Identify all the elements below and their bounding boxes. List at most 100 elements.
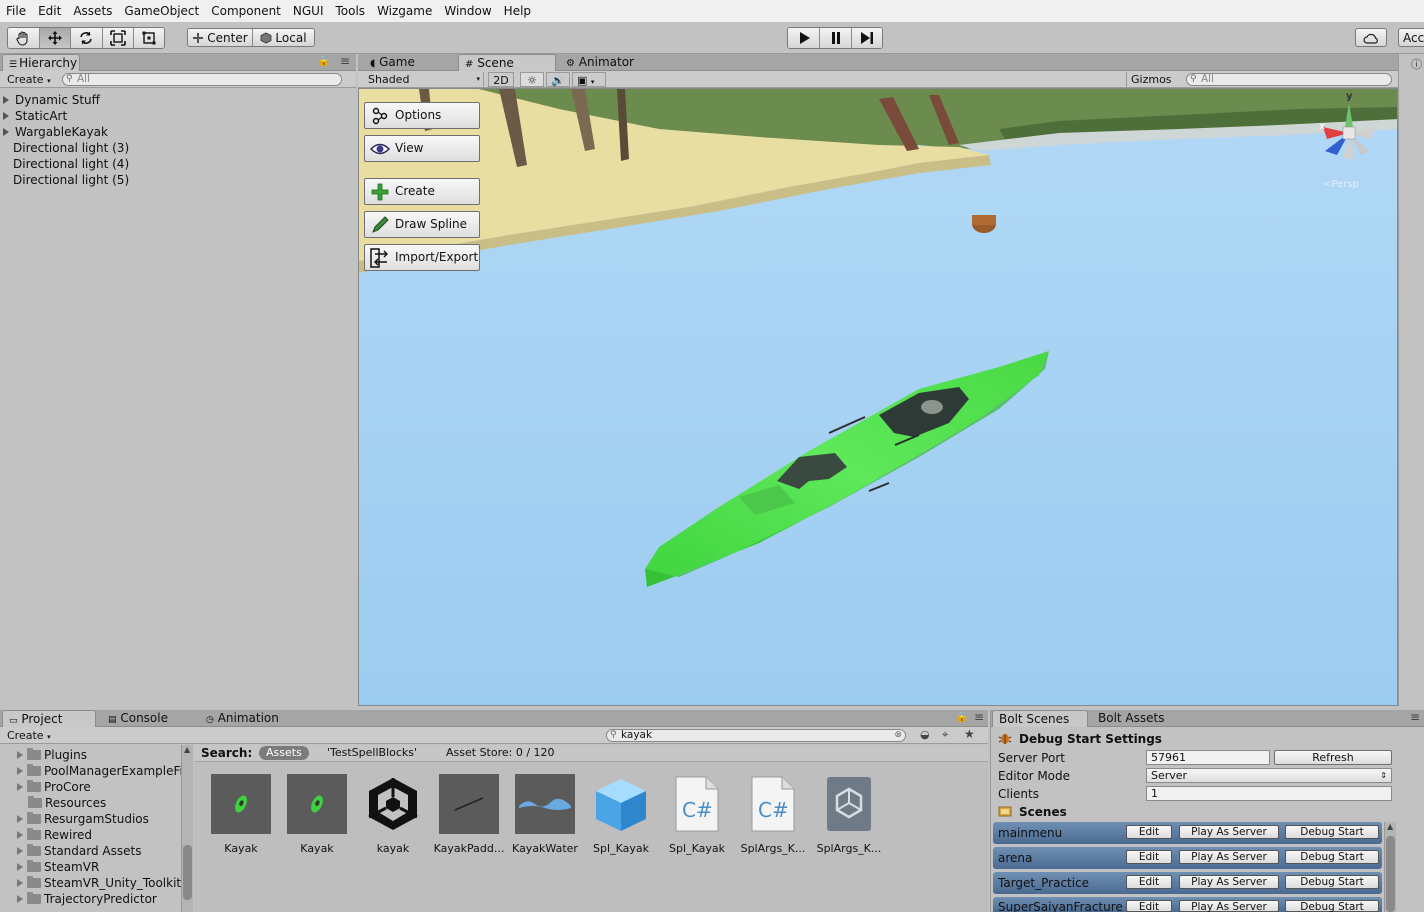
scene-edit-button[interactable]: Edit: [1126, 825, 1172, 839]
hierarchy-item-staticart[interactable]: StaticArt: [0, 108, 67, 124]
scene-orientation-gizmo[interactable]: y x <Persp: [1309, 91, 1389, 193]
menu-wizgame[interactable]: Wizgame: [371, 0, 438, 22]
lock-icon[interactable]: 🔒: [318, 56, 330, 67]
scene-search-input[interactable]: ⚲ All: [1186, 73, 1392, 86]
account-button[interactable]: Acc: [1398, 28, 1424, 47]
spline-create-button[interactable]: Create: [364, 178, 480, 205]
tab-bolt-assets[interactable]: Bolt Assets: [1092, 710, 1182, 727]
folder-item[interactable]: Resources: [0, 795, 106, 811]
panel-menu-icon[interactable]: ≡: [974, 710, 984, 724]
folder-tree-scrollbar[interactable]: ▲: [181, 745, 193, 912]
bolt-scene-row[interactable]: Target_Practice Edit Play As Server Debu…: [993, 872, 1382, 894]
rotate-tool-button[interactable]: [71, 28, 103, 48]
scope-assets-button[interactable]: Assets: [259, 746, 309, 760]
folder-item[interactable]: Rewired: [0, 827, 92, 843]
play-button[interactable]: [788, 28, 820, 48]
menu-gameobject[interactable]: GameObject: [118, 0, 205, 22]
project-create-dropdown[interactable]: Create ▾: [3, 728, 55, 743]
shading-mode-dropdown[interactable]: Shaded ▾: [364, 72, 484, 87]
asset-kayak-mesh-1[interactable]: Kayak: [203, 774, 279, 855]
tab-project[interactable]: ▭ Project: [2, 710, 96, 727]
hierarchy-item-directional-light-5[interactable]: Directional light (5): [0, 172, 129, 188]
hierarchy-search-input[interactable]: ⚲ All: [62, 73, 342, 86]
expand-arrow-icon[interactable]: [17, 847, 23, 855]
spline-options-button[interactable]: Options: [364, 102, 480, 129]
scroll-up-icon[interactable]: ▲: [1387, 822, 1393, 831]
draw-spline-button[interactable]: Draw Spline: [364, 211, 480, 238]
play-as-server-button[interactable]: Play As Server: [1179, 850, 1279, 864]
server-port-input[interactable]: 57961: [1146, 750, 1270, 765]
lock-icon[interactable]: 🔒: [956, 712, 968, 723]
debug-start-button[interactable]: Debug Start: [1285, 850, 1379, 864]
expand-arrow-icon[interactable]: [3, 128, 9, 136]
bolt-scrollbar[interactable]: ▲: [1384, 822, 1396, 912]
expand-arrow-icon[interactable]: [17, 879, 23, 887]
asset-splargs-script[interactable]: C# SplArgs_K...: [735, 774, 811, 855]
clear-search-icon[interactable]: ⊗: [894, 730, 902, 741]
menu-component[interactable]: Component: [205, 0, 287, 22]
hand-tool-button[interactable]: [8, 28, 40, 48]
scroll-up-icon[interactable]: ▲: [184, 745, 190, 754]
expand-arrow-icon[interactable]: [17, 751, 23, 759]
asset-kayak-prefab[interactable]: kayak: [355, 774, 431, 855]
asset-kayak-water[interactable]: KayakWater: [507, 774, 583, 855]
scrollbar-thumb[interactable]: [183, 845, 192, 900]
scene-viewport[interactable]: Options View Create Draw Spline Import/E…: [358, 88, 1398, 706]
panel-menu-icon[interactable]: ≡: [1410, 710, 1420, 724]
pivot-center-button[interactable]: Center: [188, 29, 253, 46]
step-button[interactable]: [852, 28, 882, 48]
folder-item[interactable]: TrajectoryPredictor: [0, 891, 157, 907]
project-search-input[interactable]: ⚲ kayak ⊗: [606, 729, 906, 742]
tab-animation[interactable]: ◷ Animation: [200, 710, 300, 727]
asset-spl-kayak-prefab[interactable]: Spl_Kayak: [583, 774, 659, 855]
menu-help[interactable]: Help: [498, 0, 537, 22]
folder-item[interactable]: SteamVR_Unity_Toolkit: [0, 875, 181, 891]
play-as-server-button[interactable]: Play As Server: [1179, 900, 1279, 912]
bolt-scene-row[interactable]: SuperSaiyanFracture Edit Play As Server …: [993, 897, 1382, 912]
refresh-button[interactable]: Refresh: [1274, 750, 1392, 765]
pause-button[interactable]: [820, 28, 852, 48]
toggle-2d-button[interactable]: 2D: [488, 72, 514, 87]
debug-start-button[interactable]: Debug Start: [1285, 875, 1379, 889]
tab-game[interactable]: ◖ Game: [364, 54, 454, 71]
spline-view-button[interactable]: View: [364, 135, 480, 162]
play-as-server-button[interactable]: Play As Server: [1179, 825, 1279, 839]
folder-item[interactable]: Plugins: [0, 747, 87, 763]
tab-hierarchy[interactable]: ☰ Hierarchy: [2, 54, 80, 71]
clients-input[interactable]: 1: [1146, 786, 1392, 801]
menu-ngui[interactable]: NGUI: [287, 0, 330, 22]
menu-file[interactable]: File: [0, 0, 32, 22]
audio-toggle[interactable]: 🔊: [546, 72, 570, 87]
bolt-scene-row[interactable]: arena Edit Play As Server Debug Start: [993, 847, 1382, 869]
expand-arrow-icon[interactable]: [3, 112, 9, 120]
scene-edit-button[interactable]: Edit: [1126, 875, 1172, 889]
expand-arrow-icon[interactable]: [17, 815, 23, 823]
asset-kayak-mesh-2[interactable]: Kayak: [279, 774, 355, 855]
menu-assets[interactable]: Assets: [67, 0, 118, 22]
debug-start-button[interactable]: Debug Start: [1285, 825, 1379, 839]
tab-console[interactable]: ▤ Console: [102, 710, 196, 727]
scope-project-button[interactable]: 'TestSpellBlocks': [327, 746, 417, 759]
menu-window[interactable]: Window: [438, 0, 497, 22]
favorites-star-icon[interactable]: ★: [964, 727, 975, 741]
asset-splargs-scene[interactable]: SplArgs_K...: [811, 774, 887, 855]
hierarchy-item-wargablekayak[interactable]: WargableKayak: [0, 124, 108, 140]
expand-arrow-icon[interactable]: [17, 895, 23, 903]
panel-menu-icon[interactable]: ≡: [340, 54, 350, 68]
expand-arrow-icon[interactable]: [17, 767, 23, 775]
expand-arrow-icon[interactable]: [3, 96, 9, 104]
tab-scene[interactable]: # Scene: [458, 54, 556, 71]
asset-spl-kayak-script[interactable]: C# Spl_Kayak: [659, 774, 735, 855]
editor-mode-select[interactable]: Server ⇕: [1146, 768, 1392, 783]
scene-edit-button[interactable]: Edit: [1126, 900, 1172, 912]
hierarchy-item-directional-light-3[interactable]: Directional light (3): [0, 140, 129, 156]
import-export-button[interactable]: Import/Export: [364, 244, 480, 271]
expand-arrow-icon[interactable]: [17, 863, 23, 871]
scrollbar-thumb[interactable]: [1386, 836, 1395, 912]
folder-item[interactable]: Standard Assets: [0, 843, 141, 859]
info-icon[interactable]: ⓘ: [1411, 56, 1422, 72]
cloud-services-button[interactable]: [1355, 28, 1387, 47]
debug-start-button[interactable]: Debug Start: [1285, 900, 1379, 912]
asset-kayak-paddle[interactable]: KayakPadd...: [431, 774, 507, 855]
tab-animator[interactable]: ⚙ Animator: [560, 54, 650, 71]
